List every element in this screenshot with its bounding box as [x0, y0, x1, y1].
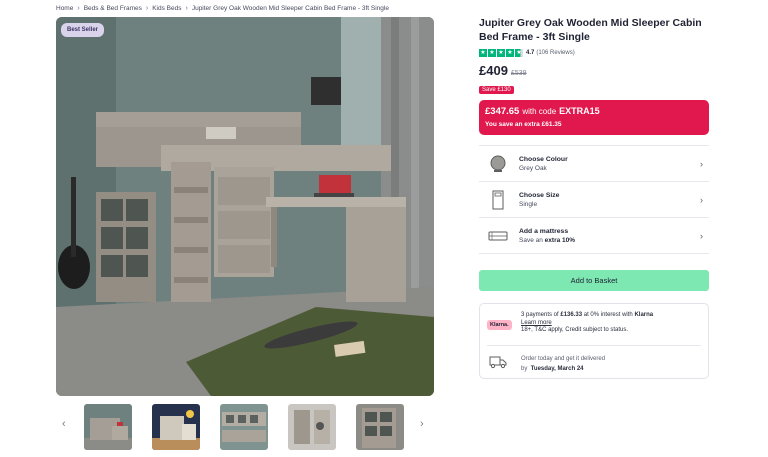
thumbnail-1[interactable]	[84, 404, 132, 450]
delivery-truck-icon	[489, 355, 507, 374]
choose-colour-option[interactable]: Choose Colour Grey Oak ›	[479, 146, 709, 182]
breadcrumb-separator-icon: ›	[185, 5, 188, 12]
breadcrumb-separator-icon: ›	[77, 5, 80, 12]
klarna-line1-middle: at 0% interest with	[583, 312, 633, 318]
product-photo	[56, 17, 434, 396]
klarna-info: 3 payments of £136.33 at 0% interest wit…	[521, 312, 706, 335]
breadcrumb: Home › Beds & Bed Frames › Kids Beds › J…	[56, 5, 389, 12]
mattress-save-prefix: Save an	[519, 236, 543, 244]
choose-size-option[interactable]: Choose Size Single ›	[479, 182, 709, 218]
option-label: Choose Colour	[519, 155, 568, 163]
divider	[487, 345, 701, 346]
thumbnail-image	[152, 404, 200, 450]
rating-row[interactable]: ★ ★ ★ ★ ★ 4.7 (106 Reviews)	[479, 48, 709, 57]
breadcrumb-kids-beds[interactable]: Kids Beds	[152, 5, 181, 12]
add-mattress-option[interactable]: Add a mattress Save an extra 10% ›	[479, 218, 709, 254]
delivery-info: Order today and get it delivered by Tues…	[521, 354, 605, 374]
thumbnail-4[interactable]	[288, 404, 336, 450]
rating-value: 4.7	[526, 49, 535, 56]
delivery-by-label: by	[521, 366, 528, 372]
thumbnail-strip: ‹ ›	[56, 402, 434, 450]
trustpilot-stars: ★ ★ ★ ★ ★	[479, 48, 523, 57]
klarna-line1-prefix: 3 payments of	[521, 312, 559, 318]
option-label: Choose Size	[519, 191, 560, 199]
thumbnail-image	[84, 404, 132, 450]
size-icon	[488, 190, 508, 210]
was-price: £539	[510, 70, 527, 77]
review-count-link[interactable]: (106 Reviews)	[536, 50, 574, 56]
thumbnail-5[interactable]	[356, 404, 404, 450]
thumbnail-next-arrow-icon[interactable]: ›	[420, 418, 424, 430]
promo-code-banner: £347.65 with code EXTRA15 You save an ex…	[479, 100, 709, 135]
thumbnail-image	[288, 404, 336, 450]
chevron-right-icon: ›	[700, 159, 703, 169]
klarna-terms: 18+, T&C apply, Credit subject to status…	[521, 327, 628, 333]
finance-delivery-box: Klarna. 3 payments of £136.33 at 0% inte…	[479, 303, 709, 379]
price-row: £409 £539	[479, 63, 709, 78]
promo-code: EXTRA15	[559, 106, 600, 116]
star-icon: ★	[497, 48, 505, 57]
option-value: Single	[519, 200, 538, 208]
add-to-basket-button[interactable]: Add to Basket	[479, 270, 709, 291]
thumbnail-image	[220, 404, 268, 450]
product-info-panel: Jupiter Grey Oak Wooden Mid Sleeper Cabi…	[479, 16, 709, 379]
breadcrumb-separator-icon: ›	[145, 5, 149, 12]
mattress-icon	[488, 226, 508, 246]
delivery-date: Tuesday, March 24	[530, 366, 584, 372]
thumbnail-image	[356, 404, 404, 450]
current-price: £409	[479, 63, 508, 78]
product-options: Choose Colour Grey Oak › Choose Size Sin…	[479, 145, 709, 254]
mattress-save-amount: extra 10%	[544, 236, 576, 244]
klarna-logo: Klarna.	[487, 320, 512, 330]
breadcrumb-current: Jupiter Grey Oak Wooden Mid Sleeper Cabi…	[191, 5, 389, 12]
breadcrumb-beds[interactable]: Beds & Bed Frames	[84, 5, 142, 12]
klarna-brand: Klarna	[634, 312, 654, 318]
promo-extra-saving: You save an extra £61.35	[485, 121, 562, 128]
option-value: Save an extra 10%	[519, 237, 575, 244]
chevron-right-icon: ›	[700, 231, 703, 241]
star-icon: ★	[479, 48, 487, 57]
option-value: Grey Oak	[519, 164, 547, 172]
thumbnail-2[interactable]	[152, 404, 200, 450]
thumbnail-3[interactable]	[220, 404, 268, 450]
klarna-amount: £136.33	[560, 312, 583, 318]
best-seller-badge: Best Seller	[61, 23, 105, 37]
option-label: Add a mattress	[519, 227, 569, 235]
star-icon: ★	[488, 48, 496, 57]
delivery-line1: Order today and get it delivered	[521, 356, 606, 362]
promo-with-code-label: with code	[522, 107, 557, 116]
star-icon: ★	[506, 48, 514, 57]
star-half-icon: ★	[515, 48, 523, 57]
thumbnail-prev-arrow-icon[interactable]: ‹	[62, 418, 66, 430]
chevron-right-icon: ›	[700, 195, 703, 205]
save-badge: Save £130	[479, 86, 514, 94]
colour-swatch-icon	[488, 154, 508, 174]
klarna-learn-more-link[interactable]: Learn more	[521, 320, 706, 328]
promo-price: £347.65	[485, 106, 520, 117]
main-product-image[interactable]: Best Seller	[56, 17, 434, 396]
product-title: Jupiter Grey Oak Wooden Mid Sleeper Cabi…	[479, 17, 702, 43]
breadcrumb-home[interactable]: Home	[56, 5, 73, 12]
